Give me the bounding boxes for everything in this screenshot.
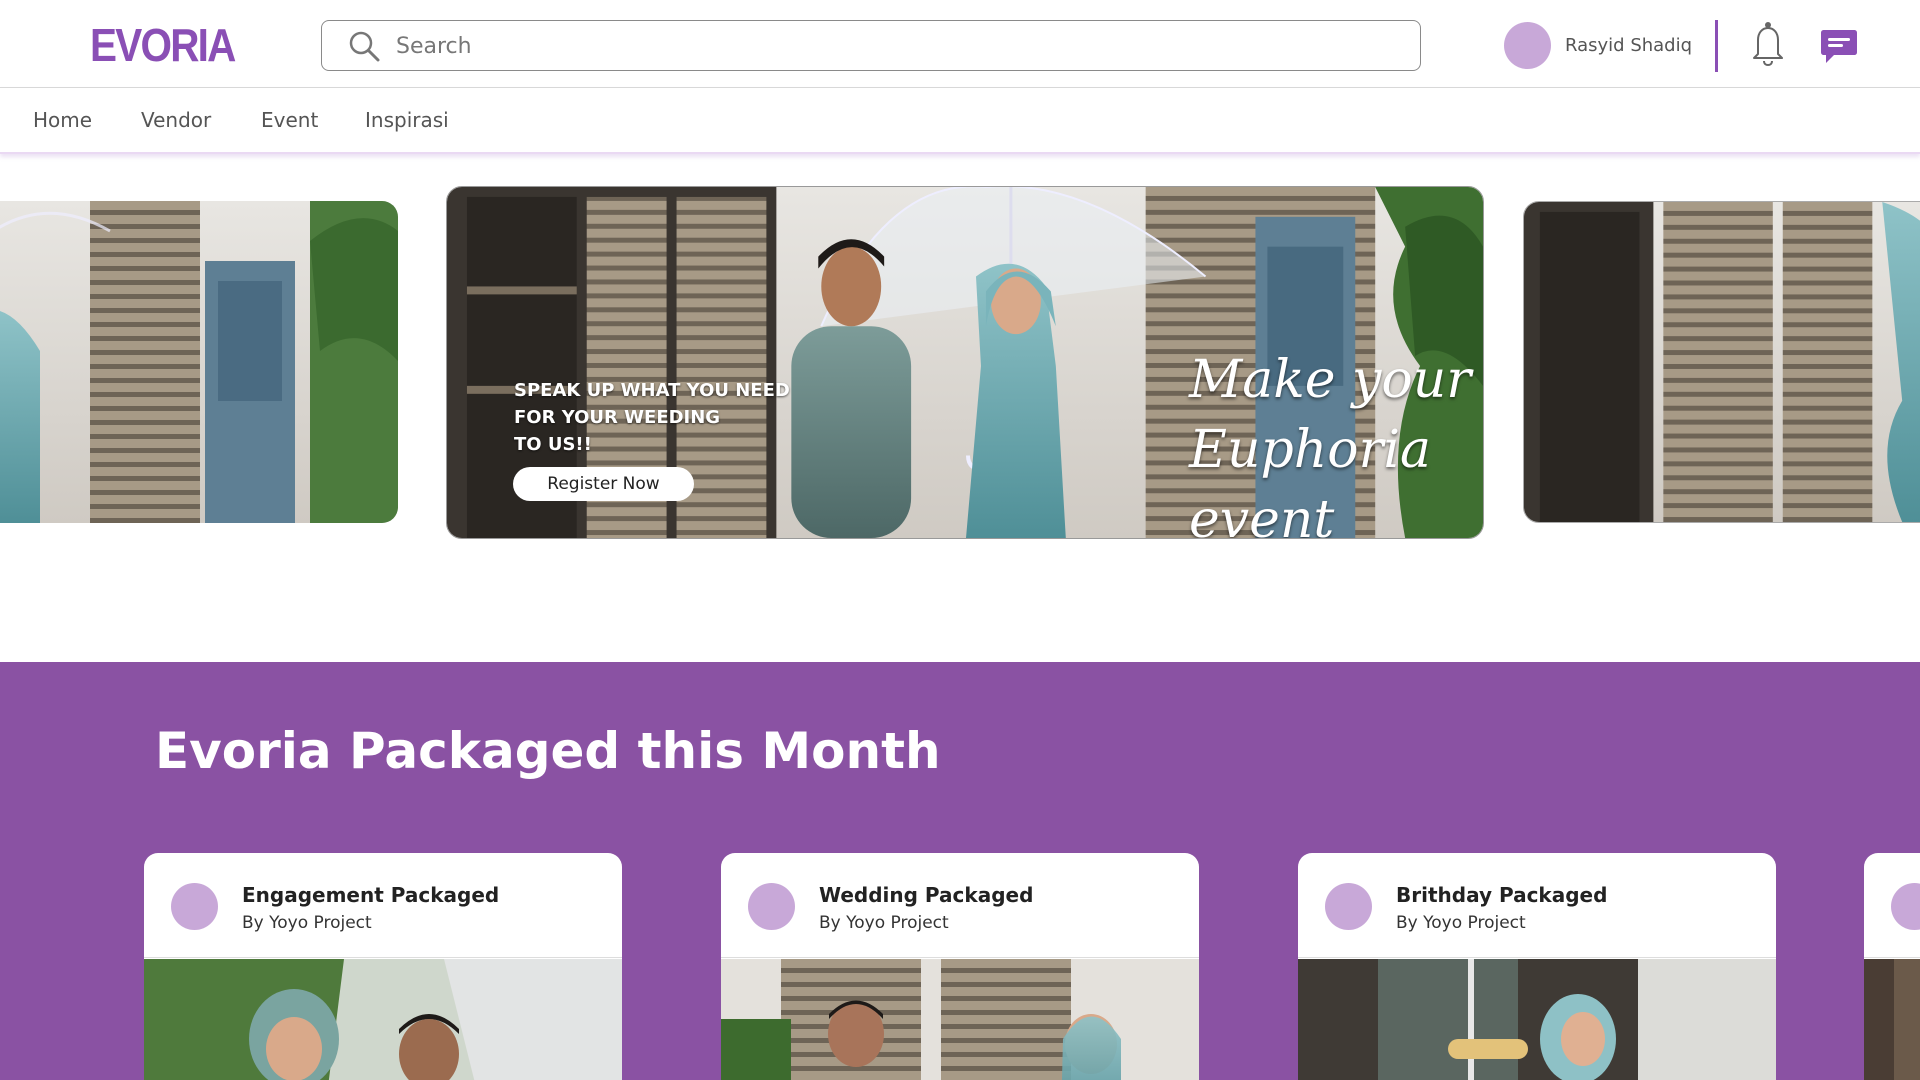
card-header <box>1864 853 1920 958</box>
hero-tagline: Make your Euphoria event <box>1189 345 1483 539</box>
top-header: EVORIA Rasyid Shadiq <box>0 0 1920 88</box>
nav-item-event[interactable]: Event <box>261 108 318 132</box>
header-divider <box>1715 20 1718 72</box>
avatar <box>1891 883 1920 930</box>
card-title: Engagement Packaged <box>242 883 500 907</box>
search-icon <box>349 31 380 62</box>
tagline-line: Make your <box>1189 350 1472 410</box>
card-header: Wedding Packaged By Yoyo Project <box>721 853 1199 958</box>
package-card-partial[interactable] <box>1864 853 1920 1080</box>
evoria-logo[interactable]: EVORIA <box>90 18 236 72</box>
tagline-line: Euphoria event <box>1189 420 1432 539</box>
register-now-button[interactable]: Register Now <box>513 467 694 501</box>
section-title: Evoria Packaged this Month <box>155 722 941 780</box>
avatar <box>171 883 218 930</box>
carousel-slide-next[interactable] <box>1523 201 1920 523</box>
card-title: Wedding Packaged <box>819 883 1034 907</box>
carousel-slide-prev[interactable] <box>0 201 398 523</box>
promo-line: SPEAK UP WHAT YOU NEED <box>514 380 790 401</box>
user-name: Rasyid Shadiq <box>1565 35 1693 56</box>
package-image <box>1864 959 1920 1080</box>
packages-section: Evoria Packaged this Month Engagement Pa… <box>0 662 1920 1080</box>
avatar <box>1325 883 1372 930</box>
card-title: Brithday Packaged <box>1396 883 1608 907</box>
banner-image <box>0 201 398 523</box>
promo-line: TO US!! <box>514 434 592 455</box>
banner-image <box>1524 202 1920 522</box>
package-card[interactable]: Wedding Packaged By Yoyo Project <box>721 853 1199 1080</box>
search-bar[interactable] <box>321 20 1421 71</box>
chat-icon[interactable] <box>1820 28 1858 66</box>
avatar <box>748 883 795 930</box>
card-vendor: By Yoyo Project <box>242 913 372 933</box>
main-nav: Home Vendor Event Inspirasi <box>0 88 1920 154</box>
card-header: Brithday Packaged By Yoyo Project <box>1298 853 1776 958</box>
nav-item-home[interactable]: Home <box>33 108 92 132</box>
card-vendor: By Yoyo Project <box>819 913 949 933</box>
promo-line: FOR YOUR WEEDING <box>514 407 721 428</box>
carousel-slide-main[interactable]: SPEAK UP WHAT YOU NEED FOR YOUR WEEDING … <box>446 186 1484 539</box>
card-header: Engagement Packaged By Yoyo Project <box>144 853 622 958</box>
package-card[interactable]: Brithday Packaged By Yoyo Project <box>1298 853 1776 1080</box>
nav-item-inspirasi[interactable]: Inspirasi <box>365 108 449 132</box>
nav-item-vendor[interactable]: Vendor <box>141 108 211 132</box>
user-profile[interactable]: Rasyid Shadiq <box>1504 22 1692 69</box>
package-image <box>1298 959 1776 1080</box>
promo-text: SPEAK UP WHAT YOU NEED FOR YOUR WEEDING … <box>514 377 834 458</box>
avatar[interactable] <box>1504 22 1551 69</box>
bell-icon[interactable] <box>1748 20 1788 68</box>
card-vendor: By Yoyo Project <box>1396 913 1526 933</box>
package-card[interactable]: Engagement Packaged By Yoyo Project <box>144 853 622 1080</box>
package-image <box>144 959 622 1080</box>
search-input[interactable] <box>396 29 1376 63</box>
package-image <box>721 959 1199 1080</box>
